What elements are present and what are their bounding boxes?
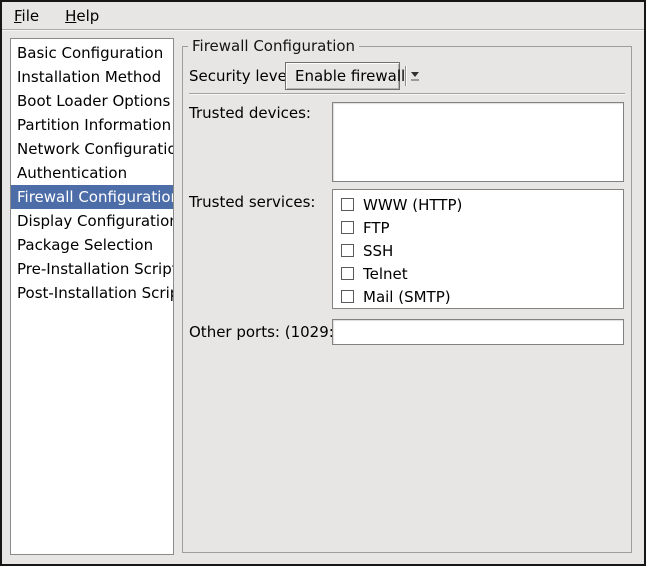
trusted-devices-list[interactable] (332, 102, 624, 182)
sidebar-item-authentication[interactable]: Authentication (11, 161, 173, 185)
menu-help[interactable]: Help (62, 5, 102, 27)
security-level-dropdown[interactable]: Enable firewall (285, 62, 400, 90)
sidebar-item-network-configuration[interactable]: Network Configuration (11, 137, 173, 161)
dropdown-separator (405, 66, 407, 86)
trusted-devices-label: Trusted devices: (189, 103, 311, 123)
service-label: Mail (SMTP) (363, 288, 451, 306)
service-label: WWW (HTTP) (363, 196, 462, 214)
sidebar-item-basic-configuration[interactable]: Basic Configuration (11, 41, 173, 65)
sidebar-item-firewall-configuration[interactable]: Firewall Configuration (11, 185, 173, 209)
www-http-checkbox[interactable] (341, 198, 354, 211)
section-list: Basic Configuration Installation Method … (10, 38, 174, 555)
sidebar-item-pre-installation-script[interactable]: Pre-Installation Script (11, 257, 173, 281)
menu-file-mnemonic: F (14, 7, 22, 25)
trusted-services-label: Trusted services: (189, 192, 315, 212)
service-label: Telnet (363, 265, 408, 283)
telnet-checkbox[interactable] (341, 267, 354, 280)
menu-bar: File Help (2, 2, 644, 30)
sidebar-item-package-selection[interactable]: Package Selection (11, 233, 173, 257)
ftp-checkbox[interactable] (341, 221, 354, 234)
sidebar-item-display-configuration[interactable]: Display Configuration (11, 209, 173, 233)
kickstart-configurator-window: File Help Basic Configuration Installati… (0, 0, 646, 566)
ssh-checkbox[interactable] (341, 244, 354, 257)
mail-smtp-checkbox[interactable] (341, 290, 354, 303)
service-row-mail-smtp[interactable]: Mail (SMTP) (333, 285, 623, 308)
menu-help-label: elp (76, 7, 99, 25)
horizontal-separator (189, 93, 625, 95)
sidebar-item-partition-information[interactable]: Partition Information (11, 113, 173, 137)
service-row-ssh[interactable]: SSH (333, 239, 623, 262)
other-ports-input[interactable] (332, 319, 624, 345)
firewall-configuration-frame: Firewall Configuration Security level: E… (182, 46, 632, 553)
service-row-www-http[interactable]: WWW (HTTP) (333, 193, 623, 216)
service-label: FTP (363, 219, 390, 237)
service-label: SSH (363, 242, 393, 260)
menu-help-mnemonic: H (65, 7, 76, 25)
security-level-value: Enable firewall (286, 67, 405, 85)
security-level-label: Security level: (189, 62, 296, 90)
service-row-telnet[interactable]: Telnet (333, 262, 623, 285)
service-row-ftp[interactable]: FTP (333, 216, 623, 239)
sidebar-item-boot-loader-options[interactable]: Boot Loader Options (11, 89, 173, 113)
trusted-services-list: WWW (HTTP) FTP SSH Telnet Mail (SMTP) (332, 189, 624, 309)
sidebar-item-post-installation-script[interactable]: Post-Installation Script (11, 281, 173, 305)
menu-file-label: ile (22, 7, 40, 25)
chevron-down-icon (411, 72, 419, 81)
menu-file[interactable]: File (11, 5, 42, 27)
frame-title: Firewall Configuration (188, 37, 359, 55)
sidebar-item-installation-method[interactable]: Installation Method (11, 65, 173, 89)
